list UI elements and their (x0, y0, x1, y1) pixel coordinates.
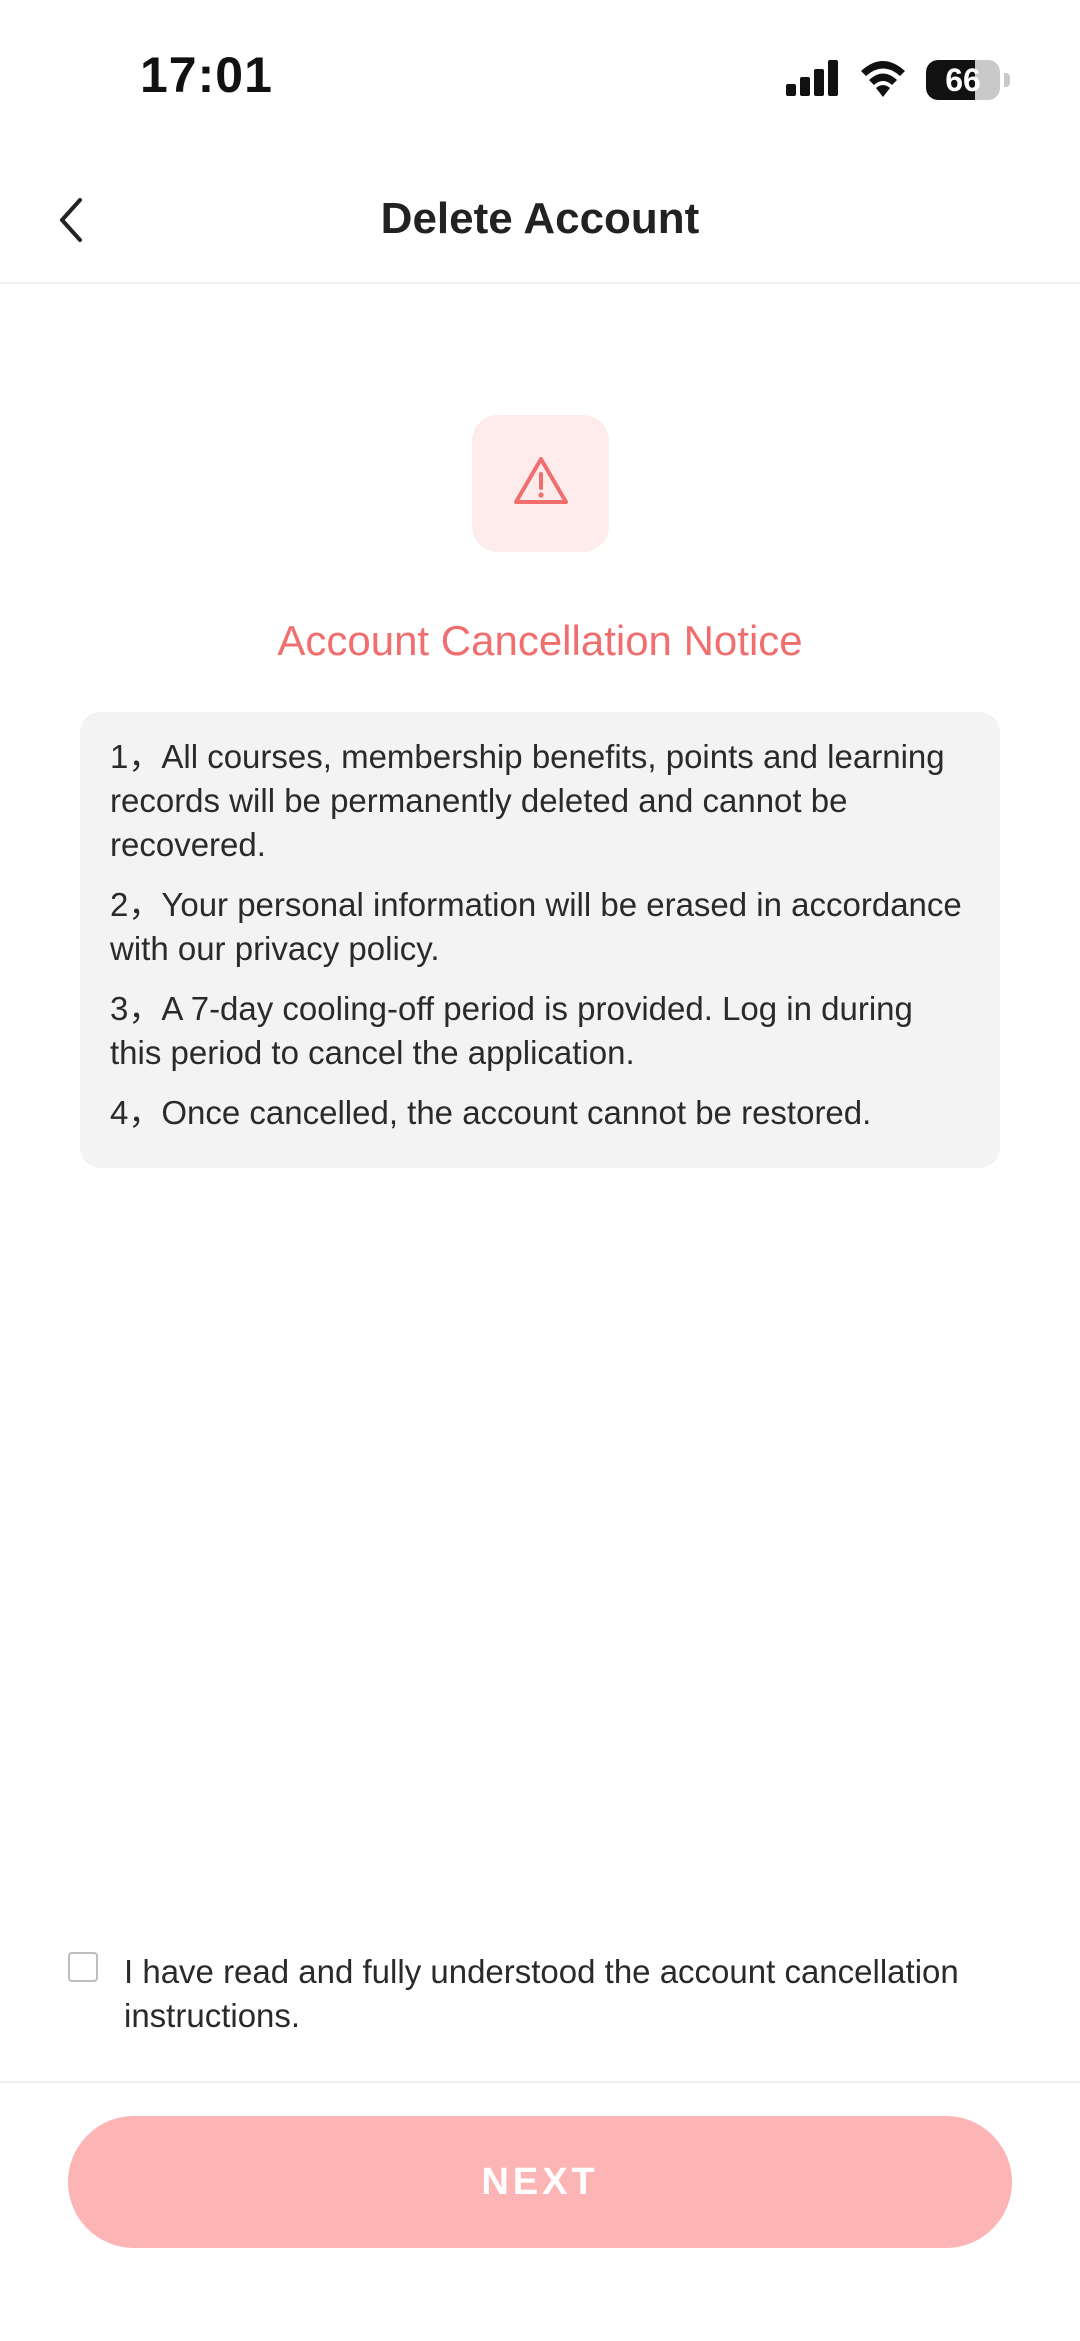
status-icons: 66 (786, 56, 1010, 104)
status-time: 17:01 (140, 47, 273, 103)
notice-item-3: 3，A 7-day cooling-off period is provided… (110, 990, 913, 1071)
agreement-text[interactable]: I have read and fully understood the acc… (124, 1950, 1028, 2038)
signal-icon (786, 59, 840, 101)
next-button[interactable]: NEXT (68, 2116, 1012, 2248)
battery-icon: 66 (926, 60, 1000, 100)
battery-level: 66 (945, 61, 981, 98)
agreement-row: I have read and fully understood the acc… (68, 1950, 1028, 2038)
page-title: Delete Account (380, 194, 700, 243)
agreement-checkbox[interactable] (68, 1952, 98, 1982)
notice-title: Account Cancellation Notice (277, 617, 803, 664)
status-bar: 17:01 66 (0, 0, 1080, 160)
notice-item-1: 1，All courses, membership benefits, poin… (110, 738, 945, 863)
battery-cap (1004, 73, 1010, 87)
notice-item-4: 4，Once cancelled, the account cannot be … (110, 1094, 872, 1131)
divider (0, 2081, 1080, 2083)
warning-triangle-icon (511, 454, 571, 513)
wifi-icon (858, 59, 908, 102)
nav-bar: Delete Account (0, 160, 1080, 284)
warning-icon-box (472, 415, 609, 552)
notice-item-2: 2，Your personal information will be eras… (110, 886, 962, 967)
notice-card: 1，All courses, membership benefits, poin… (80, 712, 1000, 1168)
